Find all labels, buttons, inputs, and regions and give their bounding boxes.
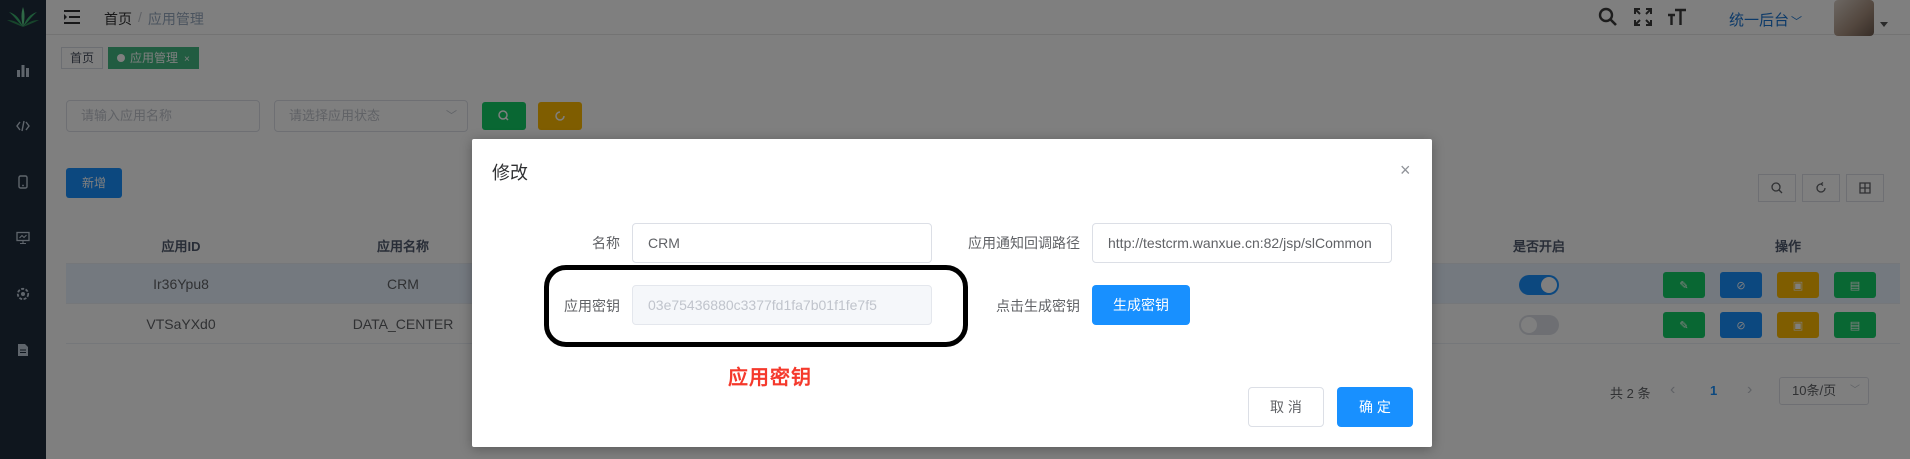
cancel-button[interactable]: 取 消 [1248, 387, 1324, 427]
generate-secret-button[interactable]: 生成密钥 [1092, 285, 1190, 325]
close-icon[interactable]: × [1400, 161, 1411, 179]
edit-dialog: 修改 × 名称 CRM 应用通知回调路径 http://testcrm.wanx… [472, 139, 1432, 447]
name-input[interactable]: CRM [632, 223, 932, 263]
generate-secret-label: 点击生成密钥 [996, 298, 1080, 314]
callback-url-label: 应用通知回调路径 [968, 235, 1080, 251]
confirm-button[interactable]: 确 定 [1337, 387, 1413, 427]
annotation-highlight-box [544, 265, 968, 347]
annotation-label: 应用密钥 [728, 367, 812, 389]
callback-url-input[interactable]: http://testcrm.wanxue.cn:82/jsp/slCommon [1092, 223, 1392, 263]
name-label: 名称 [592, 235, 620, 251]
dialog-title: 修改 [492, 163, 528, 183]
